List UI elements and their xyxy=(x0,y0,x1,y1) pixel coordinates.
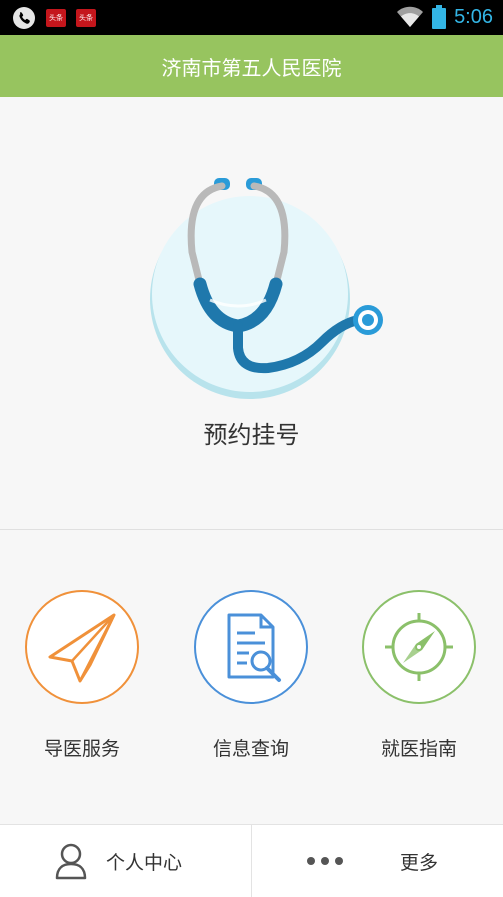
service-medical-guide-circle[interactable] xyxy=(362,590,476,704)
appointment-panel[interactable]: 预约挂号 xyxy=(0,97,503,530)
user-icon xyxy=(55,843,87,880)
more-dots-icon xyxy=(307,857,343,865)
service-medical-guide[interactable]: 就医指南 xyxy=(344,590,494,761)
status-time: 5:06 xyxy=(454,5,493,28)
page-title: 济南市第五人民医院 xyxy=(161,57,342,80)
paper-plane-icon xyxy=(48,613,116,683)
service-info-query[interactable]: 信息查询 xyxy=(176,590,326,761)
services-section: 导医服务 信息查询 就医指南 xyxy=(0,530,503,824)
wifi-icon xyxy=(397,6,424,27)
service-guide-label: 导医服务 xyxy=(43,739,120,760)
tab-divider xyxy=(251,825,252,897)
news-app-icon: 头条 xyxy=(46,9,66,27)
tab-personal-center[interactable]: 个人中心 xyxy=(54,825,182,897)
app-header: 济南市第五人民医院 xyxy=(0,35,503,97)
tab-more[interactable]: 更多 xyxy=(306,825,438,897)
tab-personal-center-label: 个人中心 xyxy=(106,852,183,874)
phone-icon xyxy=(13,7,35,29)
service-info-query-circle[interactable] xyxy=(194,590,308,704)
service-guide[interactable]: 导医服务 xyxy=(7,590,157,761)
service-guide-circle[interactable] xyxy=(25,590,139,704)
document-search-icon xyxy=(227,613,281,682)
bottom-tab-bar: 个人中心 更多 xyxy=(0,824,503,897)
appointment-label[interactable]: 预约挂号 xyxy=(0,415,503,450)
battery-icon xyxy=(432,5,447,29)
service-info-query-label: 信息查询 xyxy=(212,739,289,760)
status-bar-left: 头条 头条 xyxy=(12,6,96,30)
compass-icon xyxy=(385,613,453,681)
stethoscope-icon[interactable] xyxy=(140,172,390,412)
news-app-icon: 头条 xyxy=(76,9,96,27)
status-bar: 头条 头条 5:06 xyxy=(0,0,503,35)
service-medical-guide-label: 就医指南 xyxy=(380,739,457,760)
status-bar-right: 5:06 xyxy=(396,5,493,29)
tab-more-label: 更多 xyxy=(400,852,439,874)
